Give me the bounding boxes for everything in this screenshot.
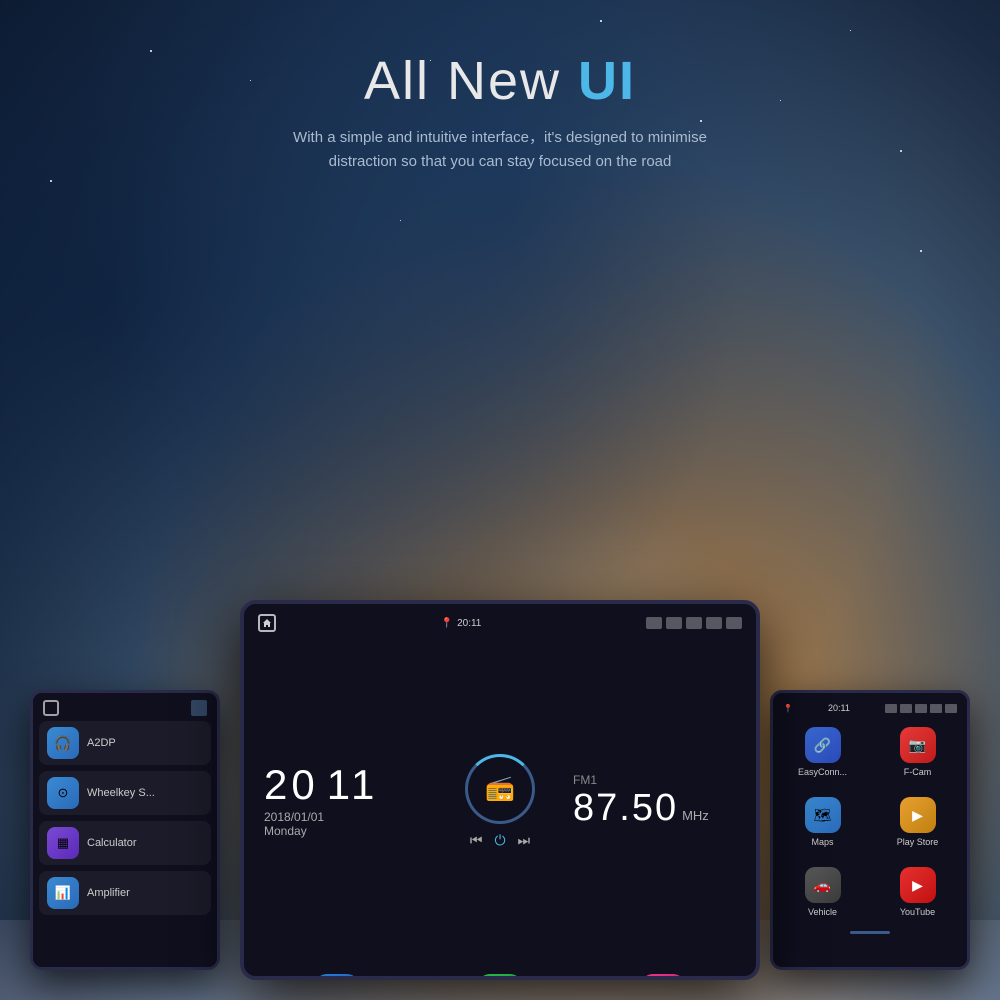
wheelkey-icon: ⊙ [47, 777, 79, 809]
vehicle-icon: 🚗 [805, 867, 841, 903]
screen-status-icon [686, 617, 702, 629]
clock-day: Monday [264, 824, 427, 838]
header-section: All New UI With a simple and intuitive i… [0, 50, 1000, 174]
fcam-icon: 📷 [900, 727, 936, 763]
app-youtube[interactable]: ▶ YouTube [874, 861, 961, 923]
radio-app-icon: 📻 [478, 974, 522, 980]
clock-display: 20 11 2018/01/01 Monday [264, 764, 427, 838]
app-music[interactable]: ♪ Music [585, 974, 740, 980]
app-radio[interactable]: 📻 Radio [423, 974, 578, 980]
easyconn-icon: 🔗 [805, 727, 841, 763]
skip-back-button[interactable]: ⏮ [470, 832, 483, 849]
left-status-bar [39, 699, 211, 717]
fm-frequency: 87.50 [573, 787, 678, 830]
navigation-icon: 📍 [315, 974, 359, 980]
youtube-icon: ▶ [900, 867, 936, 903]
subtext-line2: distraction so that you can stay focused… [0, 150, 1000, 174]
list-item[interactable]: 📊 Amplifier [39, 871, 211, 915]
headline-plain: All New [364, 51, 578, 111]
right-progress-bar [850, 931, 890, 934]
left-status-icon [191, 700, 207, 716]
mirror-status-icon [706, 617, 722, 629]
music-icon: ♪ [641, 974, 685, 980]
right-status-icon-1 [885, 704, 897, 713]
vehicle-label: Vehicle [808, 907, 837, 917]
app-easyconn[interactable]: 🔗 EasyConn... [779, 721, 866, 783]
left-tablet: 🎧 A2DP ⊙ Wheelkey S... ▦ Calculator 📊 Am… [30, 690, 220, 970]
list-item[interactable]: ⊙ Wheelkey S... [39, 771, 211, 815]
app-maps[interactable]: 🗺 Maps [779, 791, 866, 853]
main-tablet-screen: 📍 20:11 20 11 [244, 604, 756, 976]
right-tablet: 📍 20:11 🔗 EasyConn... 📷 F-Cam [770, 690, 970, 970]
app-playstore[interactable]: ▶ Play Store [874, 791, 961, 853]
main-status-bar: 📍 20:11 [252, 612, 748, 634]
radio-controls: ⏮ ⏻ ⏭ [470, 832, 530, 849]
fcam-label: F-Cam [904, 767, 932, 777]
maps-icon: 🗺 [805, 797, 841, 833]
list-item[interactable]: 🎧 A2DP [39, 721, 211, 765]
back-status-icon [726, 617, 742, 629]
clock-panel: 20 11 2018/01/01 Monday [252, 634, 439, 968]
app-fcam[interactable]: 📷 F-Cam [874, 721, 961, 783]
amp-label: Amplifier [87, 887, 130, 899]
right-status-icon-3 [915, 704, 927, 713]
amp-icon: 📊 [47, 877, 79, 909]
playstore-label: Play Store [897, 837, 939, 847]
app-navigation[interactable]: 📍 Navigation [260, 974, 415, 980]
status-time: 20:11 [457, 618, 481, 629]
maps-label: Maps [811, 837, 833, 847]
clock-hour: 20 [264, 764, 319, 806]
main-content-area: 20 11 2018/01/01 Monday 📻 ⏮ ⏻ [252, 634, 748, 968]
wheelkey-label: Wheelkey S... [87, 787, 155, 799]
main-tablet: 📍 20:11 20 11 [240, 600, 760, 980]
calc-label: Calculator [87, 837, 137, 849]
camera-status-icon [646, 617, 662, 629]
subtext: With a simple and intuitive interface，it… [0, 126, 1000, 174]
fm-unit: MHz [682, 808, 709, 823]
right-app-grid: 🔗 EasyConn... 📷 F-Cam 🗺 Maps ▶ Play Stor… [779, 721, 961, 923]
left-home-icon[interactable] [43, 700, 59, 716]
headline: All New UI [0, 50, 1000, 112]
calc-icon: ▦ [47, 827, 79, 859]
subtext-line1: With a simple and intuitive interface，it… [0, 126, 1000, 150]
skip-forward-button[interactable]: ⏭ [518, 832, 531, 849]
right-status-icon-2 [900, 704, 912, 713]
app-vehicle[interactable]: 🚗 Vehicle [779, 861, 866, 923]
right-status-bar: 📍 20:11 [779, 699, 961, 717]
fm-panel: FM1 87.50 MHz [561, 634, 748, 968]
a2dp-label: A2DP [87, 737, 116, 749]
app-grid: 📍 Navigation 📻 Radio ♪ Music 🎬 Video ⚙ [252, 968, 748, 980]
volume-status-icon [666, 617, 682, 629]
right-status-icon-4 [930, 704, 942, 713]
clock-date: 2018/01/01 [264, 810, 427, 824]
radio-widget: 📻 ⏮ ⏻ ⏭ [445, 634, 555, 968]
left-app-list: 🎧 A2DP ⊙ Wheelkey S... ▦ Calculator 📊 Am… [39, 721, 211, 915]
power-button[interactable]: ⏻ [494, 832, 505, 849]
devices-container: 🎧 A2DP ⊙ Wheelkey S... ▦ Calculator 📊 Am… [0, 580, 1000, 1000]
right-status-time: 20:11 [828, 703, 850, 713]
headline-highlight: UI [578, 51, 636, 111]
left-tablet-screen: 🎧 A2DP ⊙ Wheelkey S... ▦ Calculator 📊 Am… [33, 693, 217, 967]
radio-circle: 📻 [465, 754, 535, 824]
clock-minute: 11 [327, 764, 379, 806]
a2dp-icon: 🎧 [47, 727, 79, 759]
right-tablet-screen: 📍 20:11 🔗 EasyConn... 📷 F-Cam [773, 693, 967, 967]
fm-band-label: FM1 [573, 773, 597, 787]
home-button[interactable] [258, 614, 276, 632]
playstore-icon: ▶ [900, 797, 936, 833]
right-back-icon [945, 704, 957, 713]
youtube-label: YouTube [900, 907, 935, 917]
easyconn-label: EasyConn... [798, 767, 847, 777]
list-item[interactable]: ▦ Calculator [39, 821, 211, 865]
radio-icon: 📻 [485, 774, 515, 803]
